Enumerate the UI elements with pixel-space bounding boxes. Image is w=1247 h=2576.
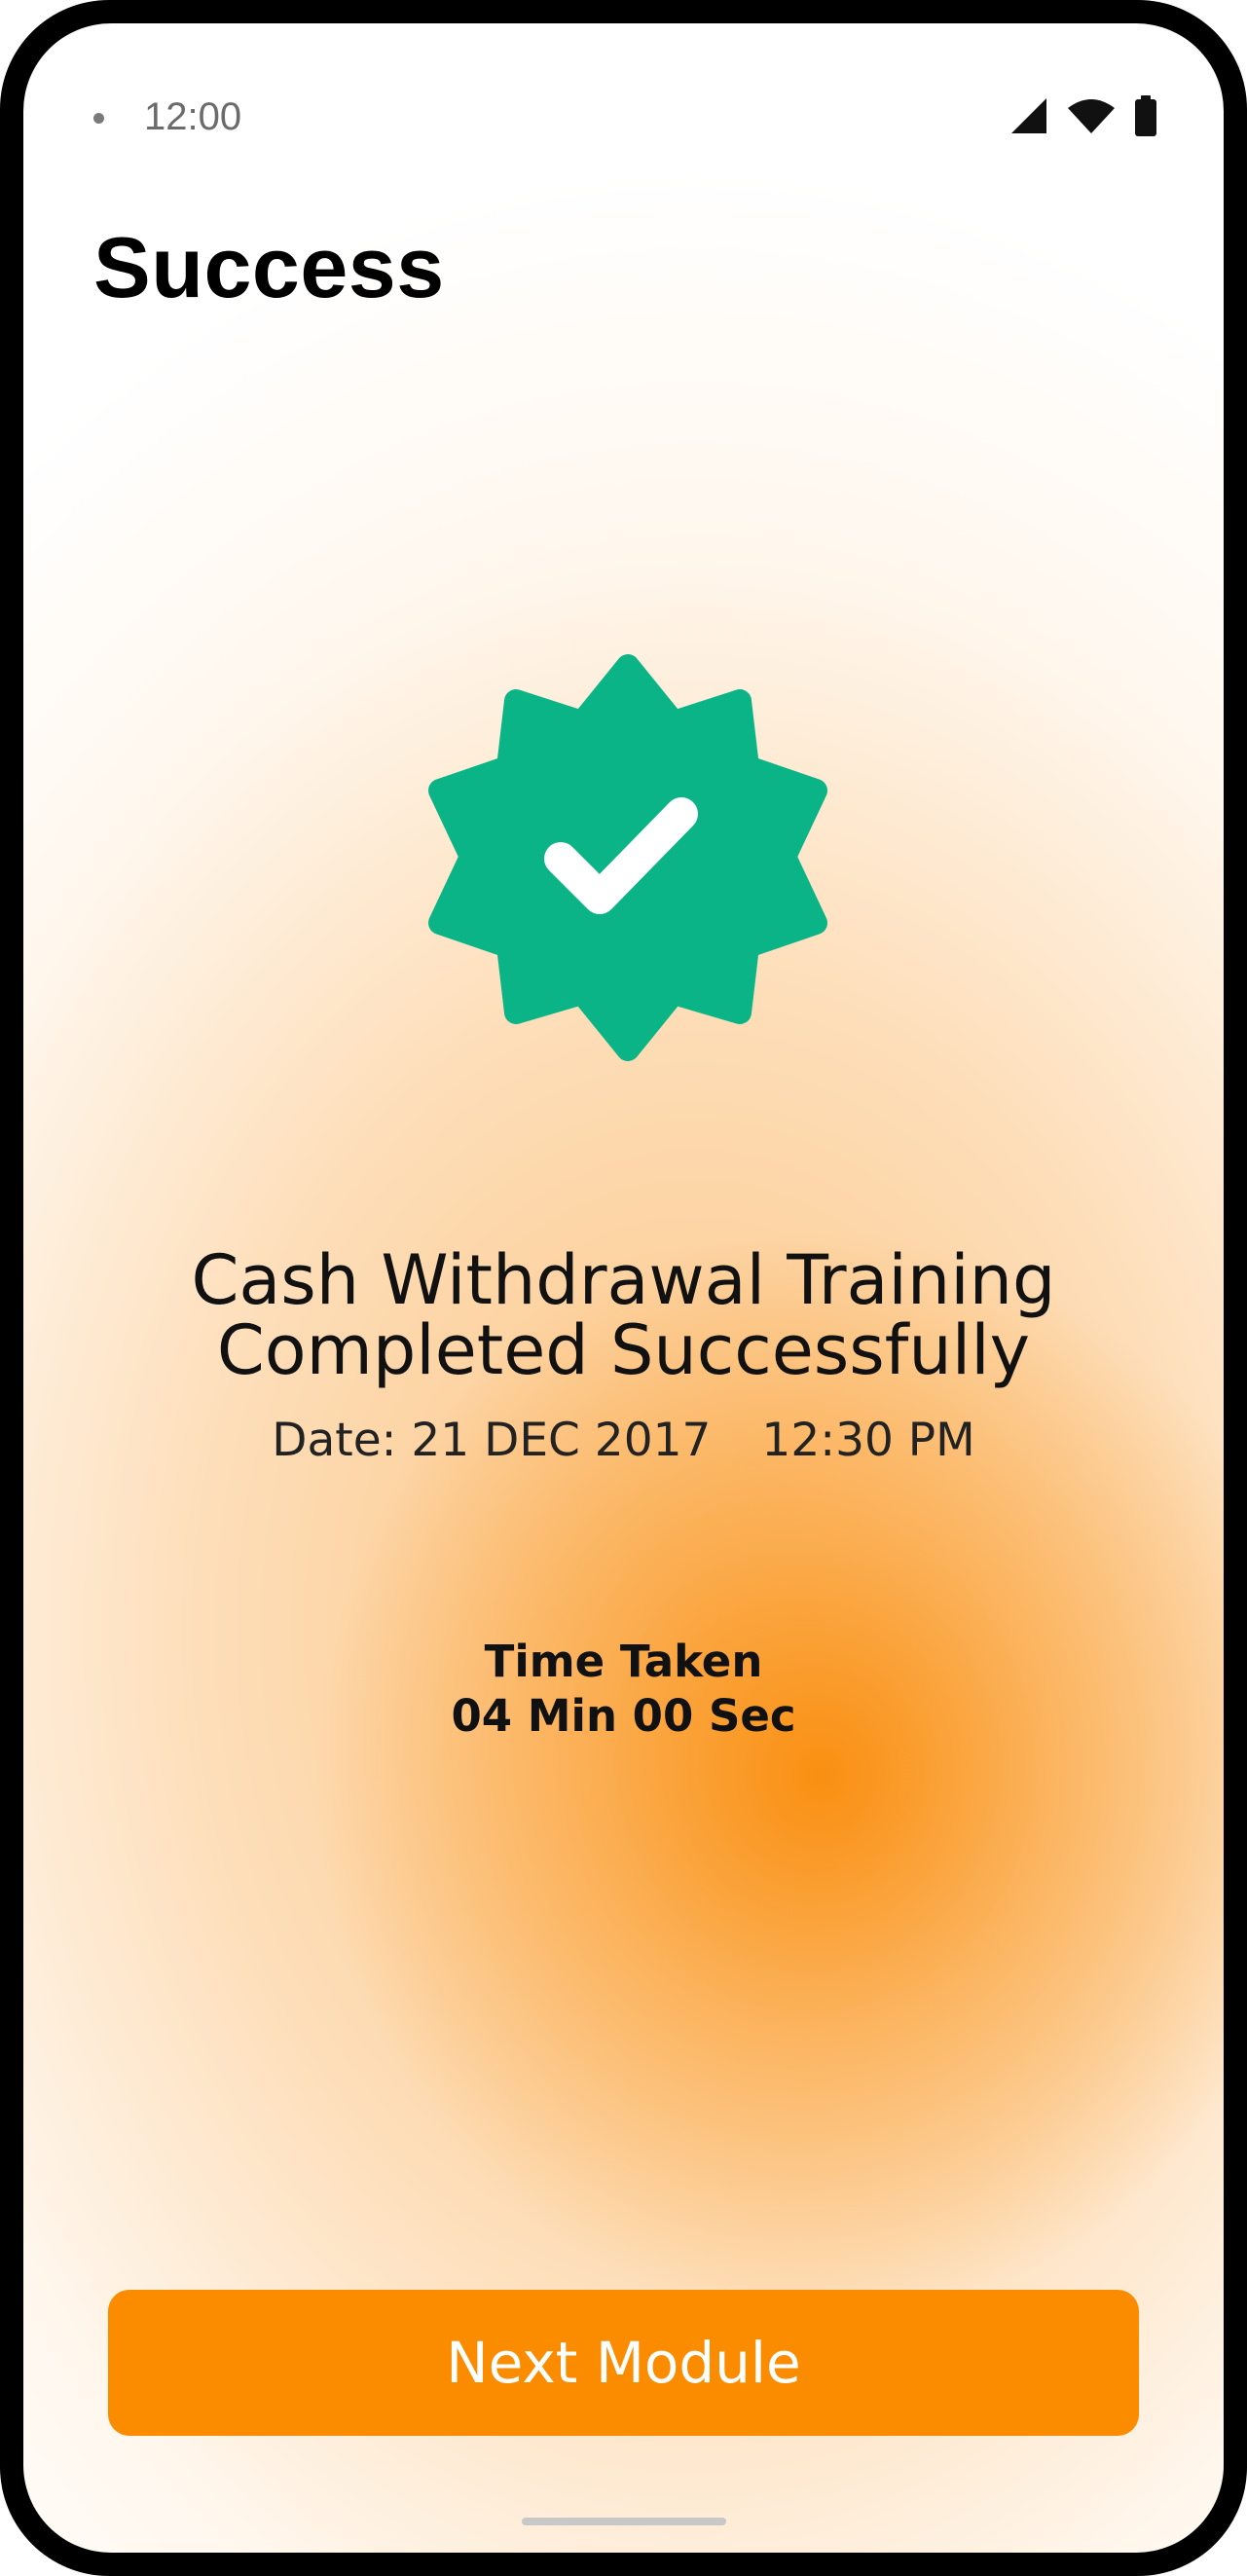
headline-line-1: Cash Withdrawal Training — [191, 1240, 1056, 1320]
phone-frame: 12:00 Success Cash Withdrawal Training C… — [0, 0, 1247, 2576]
completion-date-row: Date: 21 DEC 2017 12:30 PM — [23, 1414, 1224, 1467]
battery-icon — [1135, 95, 1156, 136]
headline-line-2: Completed Successfully — [216, 1310, 1031, 1390]
time-taken-label: Time Taken — [484, 1636, 763, 1687]
status-icons — [1009, 95, 1157, 136]
completion-headline: Cash Withdrawal Training Completed Succe… — [23, 1245, 1224, 1385]
completion-time: 12:30 PM — [761, 1414, 975, 1467]
home-indicator[interactable] — [522, 2518, 726, 2525]
next-module-button[interactable]: Next Module — [108, 2290, 1139, 2436]
time-taken-value: 04 Min 00 Sec — [451, 1690, 796, 1742]
verified-badge-icon — [428, 654, 827, 1061]
cellular-signal-icon — [1011, 98, 1046, 133]
wifi-icon — [1068, 99, 1115, 133]
notification-dot-icon — [93, 113, 104, 124]
page-title: Success — [93, 219, 445, 315]
completion-date: Date: 21 DEC 2017 — [272, 1414, 712, 1467]
status-time: 12:00 — [144, 95, 242, 138]
screen: 12:00 Success Cash Withdrawal Training C… — [23, 23, 1224, 2553]
status-bar: 12:00 — [23, 23, 1224, 138]
time-taken-block: Time Taken 04 Min 00 Sec — [23, 1635, 1224, 1744]
